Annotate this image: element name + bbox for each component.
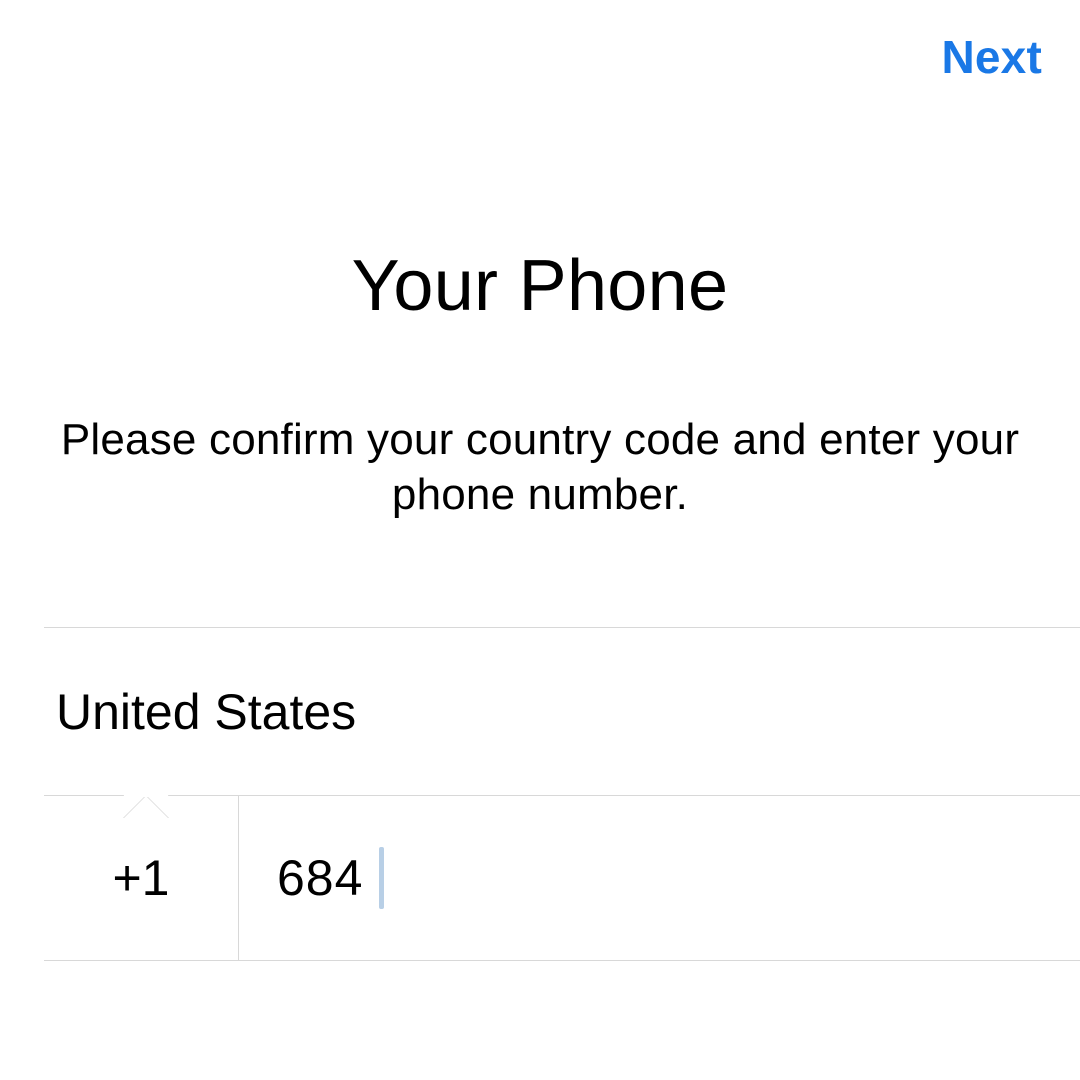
page-title: Your Phone: [60, 245, 1020, 327]
country-section: United States: [44, 627, 1080, 796]
phone-input-cell: [239, 796, 1080, 960]
phone-input[interactable]: [277, 849, 1080, 907]
page-subtitle: Please confirm your country code and ent…: [60, 412, 1020, 522]
header-section: Your Phone Please confirm your country c…: [0, 245, 1080, 522]
phone-input-section: +1: [44, 795, 1080, 961]
dial-code[interactable]: +1: [44, 796, 239, 960]
next-button[interactable]: Next: [941, 30, 1042, 84]
country-selector[interactable]: United States: [44, 628, 1080, 796]
phone-entry-screen: Next Your Phone Please confirm your coun…: [0, 0, 1080, 1080]
country-name: United States: [56, 683, 356, 741]
